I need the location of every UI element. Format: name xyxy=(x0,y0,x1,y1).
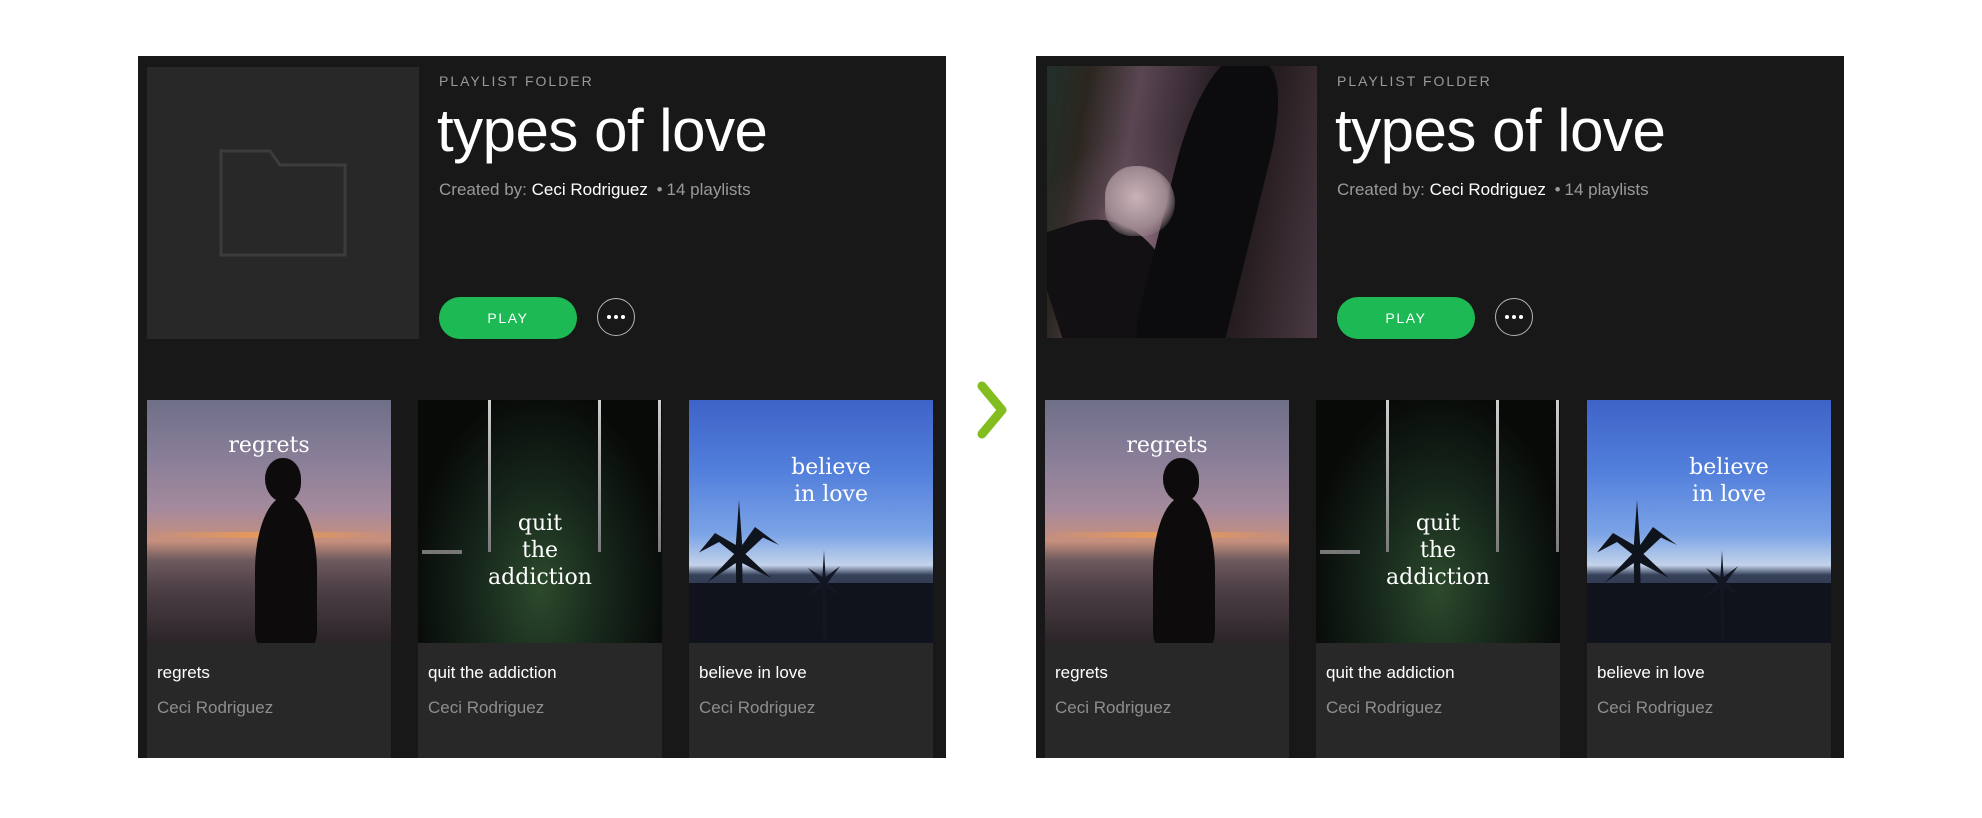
more-options-icon-dot xyxy=(1519,315,1523,319)
artwork-text: believe in love xyxy=(1689,455,1769,507)
card-owner[interactable]: Ceci Rodriguez xyxy=(699,698,815,718)
playlist-card[interactable]: quit the addiction quit the addiction Ce… xyxy=(418,400,662,758)
card-title[interactable]: believe in love xyxy=(1597,663,1705,683)
card-owner[interactable]: Ceci Rodriguez xyxy=(428,698,544,718)
card-owner[interactable]: Ceci Rodriguez xyxy=(1326,698,1442,718)
playlist-card[interactable]: believe in love believe in love Ceci Rod… xyxy=(689,400,933,758)
card-owner[interactable]: Ceci Rodriguez xyxy=(1055,698,1171,718)
playlist-card[interactable]: quit the addiction quit the addiction Ce… xyxy=(1316,400,1560,758)
artwork-detail xyxy=(265,458,301,502)
more-options-button[interactable] xyxy=(1495,298,1533,336)
play-button[interactable]: PLAY xyxy=(1337,297,1475,339)
card-title[interactable]: quit the addiction xyxy=(1326,663,1455,683)
artwork-text: quit the addiction xyxy=(1386,511,1490,590)
owner-link[interactable]: Ceci Rodriguez xyxy=(532,180,648,199)
artwork-text: believe in love xyxy=(791,455,871,507)
folder-panel-before: PLAYLIST FOLDER types of love Created by… xyxy=(138,56,946,758)
more-options-icon-dot xyxy=(1512,315,1516,319)
playlist-count: 14 playlists xyxy=(1564,180,1649,199)
artwork-detail xyxy=(689,583,933,643)
playlist-card[interactable]: regrets regrets Ceci Rodriguez xyxy=(147,400,391,758)
artwork-text: regrets xyxy=(228,433,310,458)
created-by-label: Created by: xyxy=(439,180,527,199)
more-options-icon-dot xyxy=(1505,315,1509,319)
photo-detail xyxy=(1105,166,1175,236)
card-owner[interactable]: Ceci Rodriguez xyxy=(157,698,273,718)
card-artwork: believe in love xyxy=(1587,400,1831,643)
more-options-button[interactable] xyxy=(597,298,635,336)
owner-link[interactable]: Ceci Rodriguez xyxy=(1430,180,1546,199)
more-options-icon-dot xyxy=(607,315,611,319)
card-artwork: regrets xyxy=(147,400,391,643)
artwork-detail xyxy=(255,496,317,643)
folder-cover-photo xyxy=(1047,66,1317,338)
card-artwork: believe in love xyxy=(689,400,933,643)
card-title[interactable]: regrets xyxy=(1055,663,1108,683)
meta-separator: • xyxy=(1554,180,1561,199)
card-artwork: quit the addiction xyxy=(1316,400,1560,643)
more-options-icon-dot xyxy=(614,315,618,319)
folder-title: types of love xyxy=(1335,97,1666,164)
card-artwork: regrets xyxy=(1045,400,1289,643)
folder-cover xyxy=(147,67,419,339)
folder-panel-after: PLAYLIST FOLDER types of love Created by… xyxy=(1036,56,1844,758)
meta-separator: • xyxy=(656,180,663,199)
card-artwork: quit the addiction xyxy=(418,400,662,643)
folder-meta: Created by: Ceci Rodriguez • 14 playlists xyxy=(439,180,751,200)
artwork-detail xyxy=(1153,496,1215,643)
playlist-card[interactable]: believe in love believe in love Ceci Rod… xyxy=(1587,400,1831,758)
card-title[interactable]: believe in love xyxy=(699,663,807,683)
folder-meta: Created by: Ceci Rodriguez • 14 playlists xyxy=(1337,180,1649,200)
artwork-text: quit the addiction xyxy=(488,511,592,590)
card-owner[interactable]: Ceci Rodriguez xyxy=(1597,698,1713,718)
folder-title: types of love xyxy=(437,97,768,164)
more-options-icon-dot xyxy=(621,315,625,319)
playlist-type-label: PLAYLIST FOLDER xyxy=(1337,73,1492,89)
playlist-card[interactable]: regrets regrets Ceci Rodriguez xyxy=(1045,400,1289,758)
card-title[interactable]: regrets xyxy=(157,663,210,683)
playlist-count: 14 playlists xyxy=(666,180,751,199)
card-title[interactable]: quit the addiction xyxy=(428,663,557,683)
created-by-label: Created by: xyxy=(1337,180,1425,199)
artwork-text: regrets xyxy=(1126,433,1208,458)
folder-icon xyxy=(219,149,347,257)
artwork-detail xyxy=(1587,583,1831,643)
chevron-right-icon xyxy=(977,381,1007,439)
play-button[interactable]: PLAY xyxy=(439,297,577,339)
playlist-type-label: PLAYLIST FOLDER xyxy=(439,73,594,89)
artwork-detail xyxy=(1163,458,1199,502)
